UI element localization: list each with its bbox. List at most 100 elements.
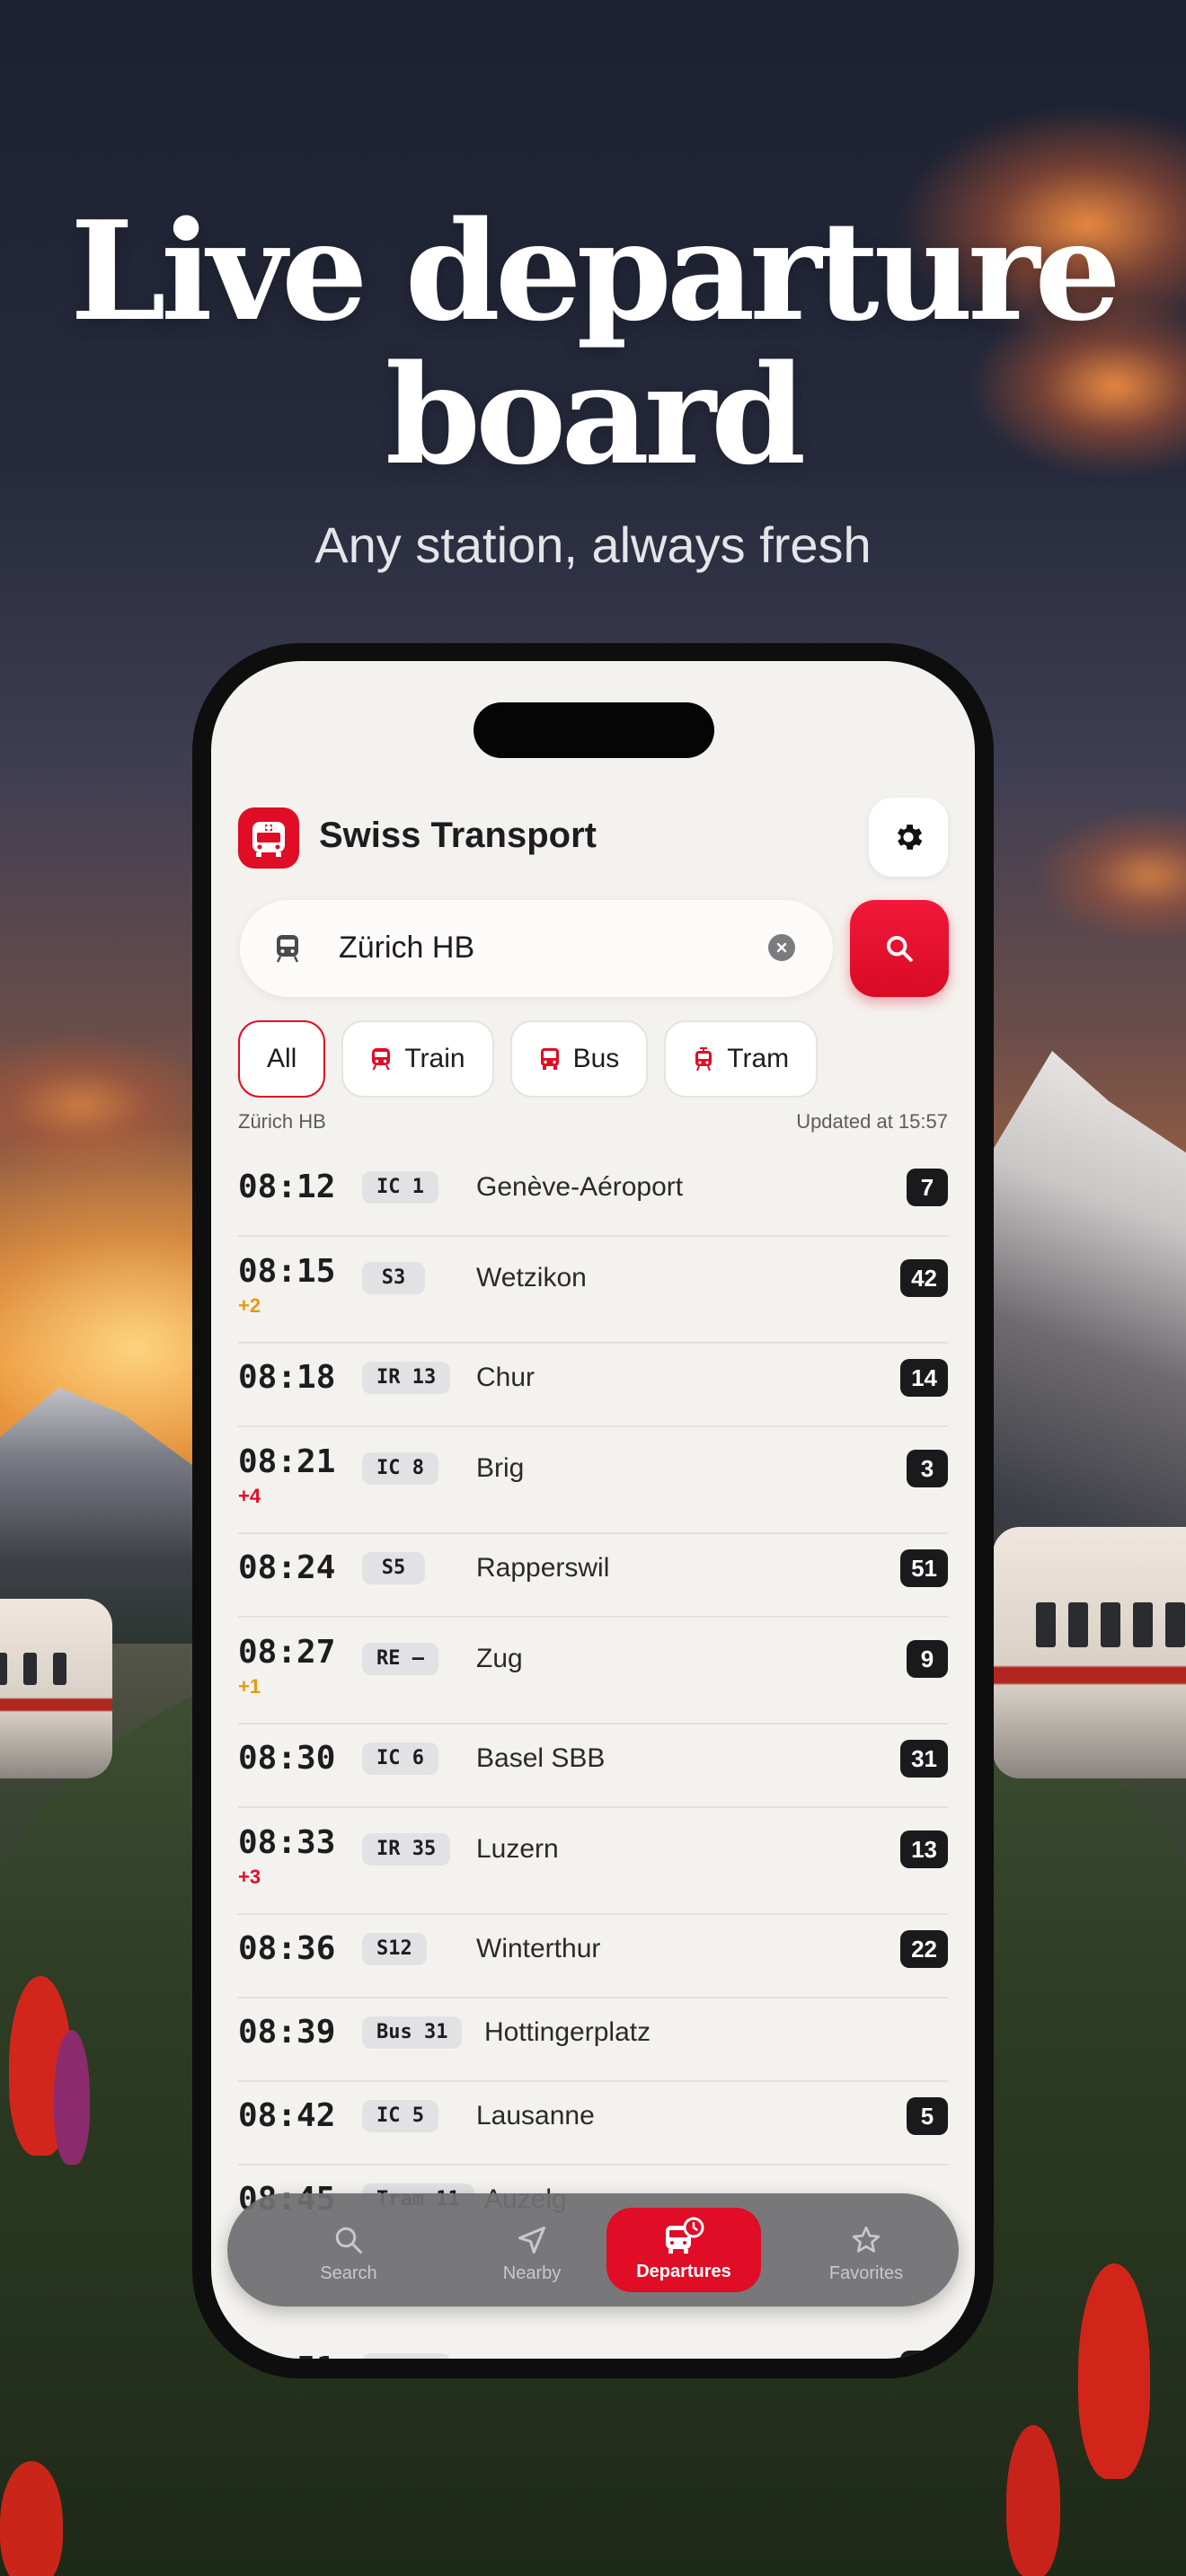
destination-label: Rapperswil xyxy=(476,1553,610,1583)
destination-label: Lausanne xyxy=(476,2101,595,2130)
destination-label: Brig xyxy=(476,1453,525,1483)
tab-favorites-label: Favorites xyxy=(828,2263,904,2283)
filter-all[interactable]: All xyxy=(238,1020,326,1098)
location-arrow-icon xyxy=(456,2215,608,2256)
platform-badge: 22 xyxy=(900,1930,948,1968)
departure-row[interactable]: 08:24 S5 Rapperswil 51 xyxy=(238,1534,948,1618)
departure-time: 08:51 xyxy=(238,2351,335,2359)
hero-title: Live departure board xyxy=(0,199,1186,487)
tram-front-icon xyxy=(238,807,299,869)
station-name-label: Zürich HB xyxy=(238,1110,326,1133)
departure-list: 08:12 IC 1 Genève-Aéroport 7 08:15 +2 S3 Wetzik… xyxy=(238,1153,948,2359)
delay-badge: +3 xyxy=(238,1866,261,1888)
departure-row[interactable]: 08:51 IR 16 Bern 18 xyxy=(238,2335,948,2359)
platform-badge: 51 xyxy=(900,1549,948,1587)
tab-nearby-label: Nearby xyxy=(502,2263,562,2283)
line-badge: IC 6 xyxy=(362,1742,438,1775)
hero-title-line1: Live departure xyxy=(70,190,1121,351)
search-button[interactable] xyxy=(850,900,949,997)
departure-time: 08:18 xyxy=(238,1359,336,1396)
departure-row[interactable]: 08:30 IC 6 Basel SBB 31 xyxy=(238,1725,948,1808)
search-input-value[interactable]: Zürich HB xyxy=(339,931,474,966)
departure-time: 08:30 xyxy=(238,1740,336,1777)
board-meta: Zürich HB Updated at 15:57 xyxy=(238,1110,948,1134)
clear-circle-icon[interactable] xyxy=(768,934,795,961)
station-search-field[interactable]: Zürich HB xyxy=(240,900,833,997)
tab-bar: Search Nearby Departures Favorites xyxy=(227,2193,959,2307)
line-badge: Bus 31 xyxy=(362,2016,463,2049)
departure-row[interactable]: 08:39 Bus 31 Hottingerplatz xyxy=(238,1998,948,2082)
delay-badge: +4 xyxy=(238,1485,261,1507)
departure-time: 08:33 xyxy=(238,1824,336,1861)
platform-badge: 7 xyxy=(907,1169,948,1206)
departure-time: 08:36 xyxy=(238,1930,336,1967)
platform-badge: 5 xyxy=(907,2097,948,2135)
line-badge: IC 5 xyxy=(362,2100,438,2132)
phone-screen: Swiss Transport Zürich HB All Train Bus … xyxy=(211,661,975,2359)
line-badge: RE – xyxy=(362,1643,438,1675)
departure-row[interactable]: 08:18 IR 13 Chur 14 xyxy=(238,1344,948,1427)
filter-train-label: Train xyxy=(404,1044,465,1073)
departure-row[interactable]: 08:12 IC 1 Genève-Aéroport 7 xyxy=(238,1153,948,1237)
destination-label: Genève-Aéroport xyxy=(476,1172,684,1202)
platform-badge: 14 xyxy=(900,1359,948,1397)
updated-timestamp: Updated at 15:57 xyxy=(796,1110,948,1133)
platform-badge: 18 xyxy=(900,2351,948,2359)
destination-label: Zug xyxy=(476,1644,523,1673)
departure-row[interactable]: 08:27 +1 RE – Zug 9 xyxy=(238,1618,948,1725)
search-icon xyxy=(272,2215,425,2256)
train-image-right xyxy=(993,1527,1186,1778)
search-icon xyxy=(886,935,913,962)
line-badge: S5 xyxy=(362,1552,425,1584)
departure-time: 08:39 xyxy=(238,2014,336,2051)
hero-title-line2: board xyxy=(385,334,807,495)
tab-departures-label: Departures xyxy=(636,2262,731,2281)
destination-label: Hottingerplatz xyxy=(484,2017,651,2047)
platform-badge: 3 xyxy=(907,1450,948,1487)
platform-badge: 31 xyxy=(900,1740,948,1778)
departure-row[interactable]: 08:15 +2 S3 Wetzikon 42 xyxy=(238,1237,948,1344)
departure-time: 08:12 xyxy=(238,1169,336,1205)
delay-badge: +2 xyxy=(238,1294,261,1317)
bus-icon xyxy=(539,1047,561,1071)
line-badge: S3 xyxy=(362,1262,425,1294)
tab-departures[interactable]: Departures xyxy=(606,2208,761,2292)
settings-button[interactable] xyxy=(869,798,948,877)
platform-badge: 42 xyxy=(900,1259,948,1297)
departure-time: 08:27 xyxy=(238,1634,336,1671)
destination-label: Luzern xyxy=(476,1834,559,1864)
filter-all-label: All xyxy=(267,1044,297,1073)
train-image-left xyxy=(0,1599,112,1778)
app-header: Swiss Transport xyxy=(238,785,948,893)
departure-time: 08:15 xyxy=(238,1253,336,1290)
departure-time: 08:21 xyxy=(238,1443,336,1480)
train-icon xyxy=(370,1047,392,1071)
dynamic-island xyxy=(474,702,714,758)
filter-tram[interactable]: Tram xyxy=(664,1020,819,1098)
departure-row[interactable]: 08:21 +4 IC 8 Brig 3 xyxy=(238,1427,948,1534)
destination-label: Basel SBB xyxy=(476,1743,606,1773)
departure-time: 08:42 xyxy=(238,2097,336,2134)
filter-train[interactable]: Train xyxy=(341,1020,494,1098)
filter-bus[interactable]: Bus xyxy=(509,1020,649,1098)
gear-icon xyxy=(897,825,923,850)
destination-label: Chur xyxy=(476,1363,535,1392)
tab-favorites[interactable]: Favorites xyxy=(790,2204,943,2296)
platform-badge: 9 xyxy=(907,1640,948,1678)
tab-search[interactable]: Search xyxy=(272,2204,425,2296)
departures-icon xyxy=(606,2215,761,2256)
destination-label: Winterthur xyxy=(476,1934,601,1963)
delay-badge: +1 xyxy=(238,1675,261,1698)
destination-label: Wetzikon xyxy=(476,1263,587,1292)
departure-row[interactable]: 08:36 S12 Winterthur 22 xyxy=(238,1915,948,1998)
destination-label: Bern xyxy=(476,2354,533,2359)
line-badge: IC 1 xyxy=(362,1171,438,1204)
departure-row[interactable]: 08:42 IC 5 Lausanne 5 xyxy=(238,2082,948,2166)
departure-time: 08:24 xyxy=(238,1549,336,1586)
hero-subtitle: Any station, always fresh xyxy=(314,516,872,573)
departure-row[interactable]: 08:33 +3 IR 35 Luzern 13 xyxy=(238,1808,948,1915)
app-title: Swiss Transport xyxy=(319,816,597,855)
platform-badge: 13 xyxy=(900,1831,948,1868)
tab-nearby[interactable]: Nearby xyxy=(456,2204,608,2296)
star-icon xyxy=(790,2215,943,2256)
